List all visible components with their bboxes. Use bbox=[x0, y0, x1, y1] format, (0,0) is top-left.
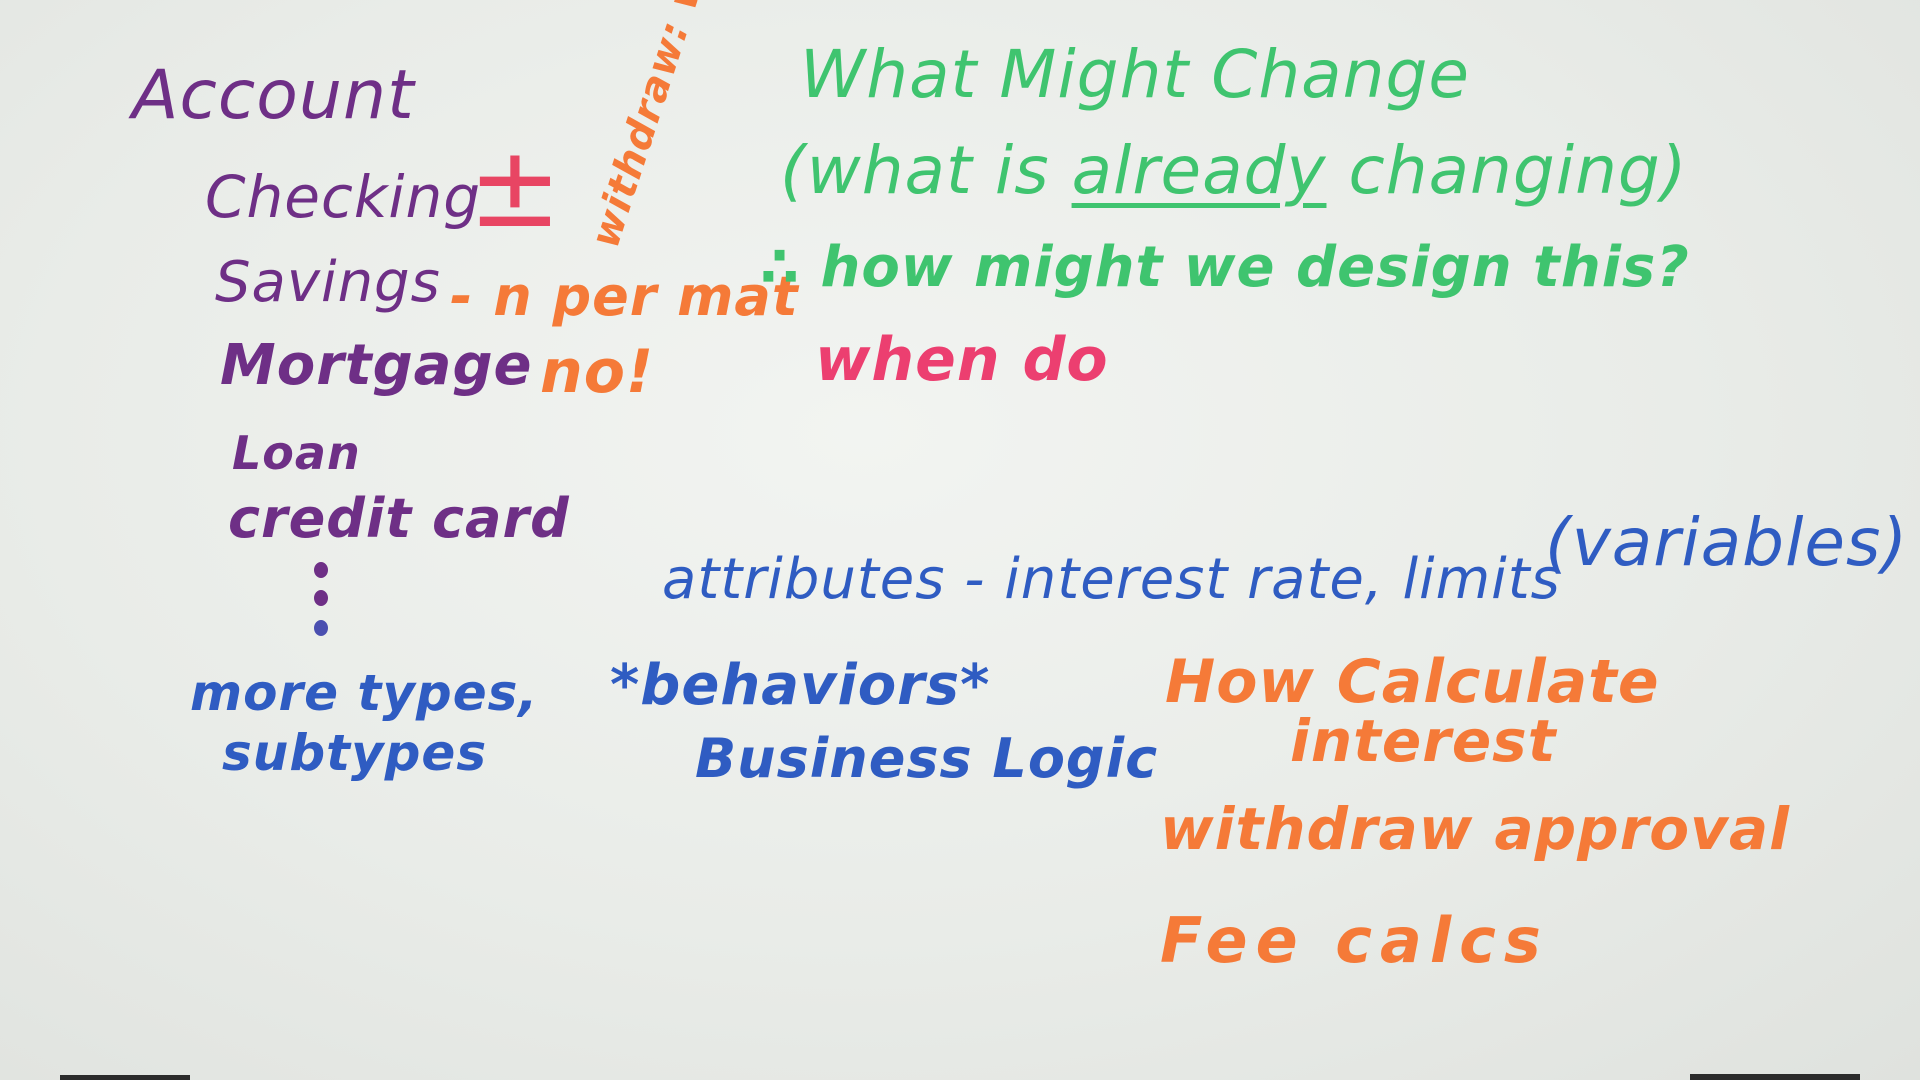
interest-note: interest bbox=[1290, 707, 1557, 775]
whiteboard: Account Checking Savings Mortgage Loan c… bbox=[0, 0, 1920, 1080]
behaviors-note: *behaviors* bbox=[610, 653, 991, 718]
bottom-edge-left bbox=[60, 1075, 190, 1080]
withdraw-vertical-note: withdraw: w/own bbox=[582, 0, 750, 254]
how-might-we-design: ∴ how might we design this? bbox=[760, 235, 1690, 300]
ellipsis-dots bbox=[312, 560, 332, 640]
already-changing-open: (what is bbox=[780, 132, 1072, 209]
plus-minus-symbol: ± bbox=[468, 123, 563, 253]
account-item-loan: Loan bbox=[232, 426, 361, 480]
what-might-change-heading: What Might Change bbox=[800, 36, 1470, 113]
already-underlined: already bbox=[1071, 132, 1327, 209]
mortgage-no-note: no! bbox=[540, 337, 655, 407]
variables-note: (variables) bbox=[1545, 504, 1909, 581]
withdraw-approval-note: withdraw approval bbox=[1160, 795, 1790, 863]
fee-calcs-note: Fee calcs bbox=[1160, 904, 1549, 977]
savings-note: - n per mat bbox=[450, 265, 799, 328]
when-do-note: when do bbox=[815, 325, 1109, 395]
account-item-checking: Checking bbox=[205, 163, 482, 231]
account-title: Account bbox=[132, 56, 415, 135]
subtypes-label: subtypes bbox=[222, 724, 488, 782]
account-item-savings: Savings bbox=[215, 250, 441, 315]
already-changing-close: changing) bbox=[1326, 132, 1688, 209]
more-types-label: more types, bbox=[190, 664, 539, 722]
how-calculate-note: How Calculate bbox=[1165, 647, 1660, 717]
business-logic-note: Business Logic bbox=[695, 727, 1159, 790]
what-is-already-changing: (what is already changing) bbox=[780, 138, 1688, 204]
bottom-edge-right bbox=[1690, 1074, 1860, 1080]
account-item-mortgage: Mortgage bbox=[220, 333, 533, 398]
attributes-note: attributes - interest rate, limits bbox=[662, 547, 1561, 612]
account-item-credit-card: credit card bbox=[228, 487, 570, 550]
